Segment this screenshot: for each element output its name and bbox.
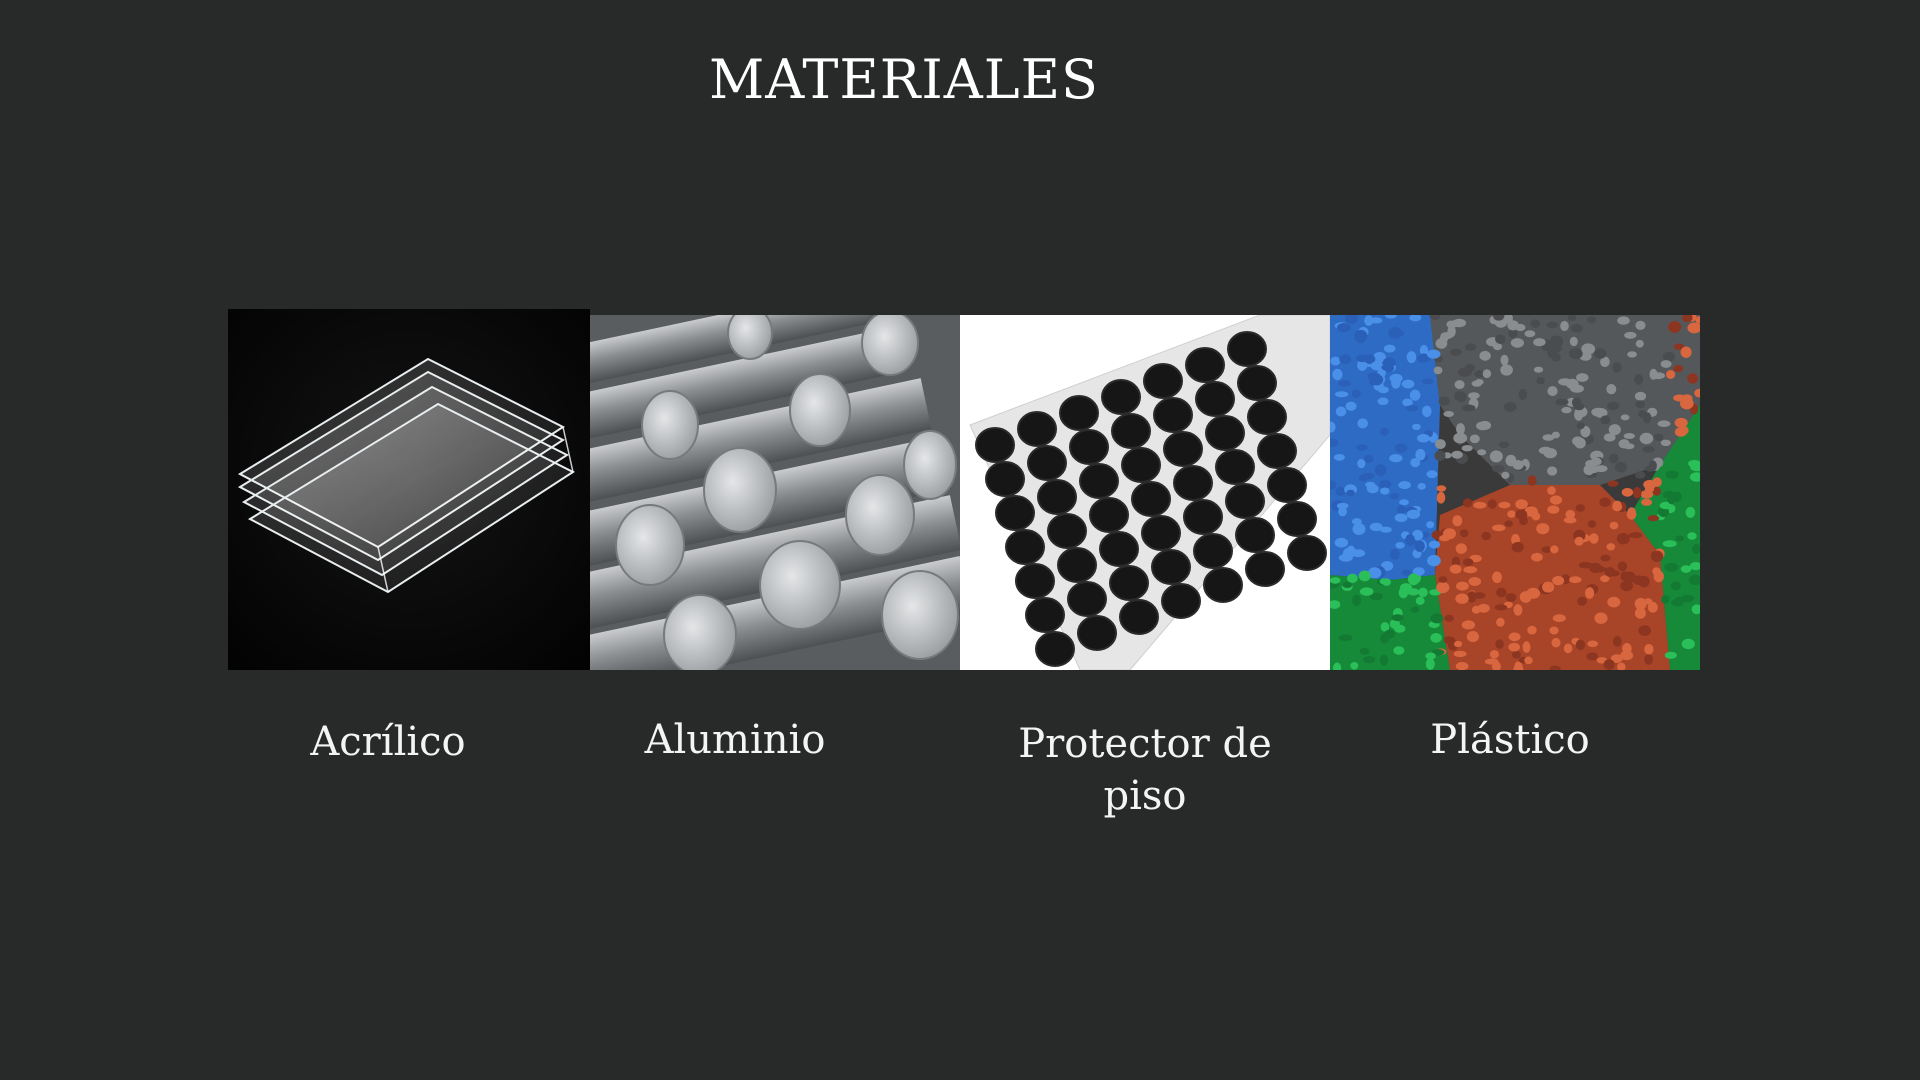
acrylic-sheets-image [228,309,590,670]
floor-protector-pads-image [960,315,1330,670]
material-label-aluminum: Aluminio [644,717,826,763]
material-label-plastic: Plástico [1430,717,1590,763]
material-label-acrylic: Acrílico [310,719,466,765]
plastic-pellets-image [1330,315,1700,670]
aluminum-bars-image [590,315,960,670]
material-label-floor-protector: Protector de piso [1018,721,1272,819]
page-title: MATERIALES [708,48,1100,111]
materials-slide: MATERIALES Acrílico Aluminio Protector d… [0,0,1920,1080]
